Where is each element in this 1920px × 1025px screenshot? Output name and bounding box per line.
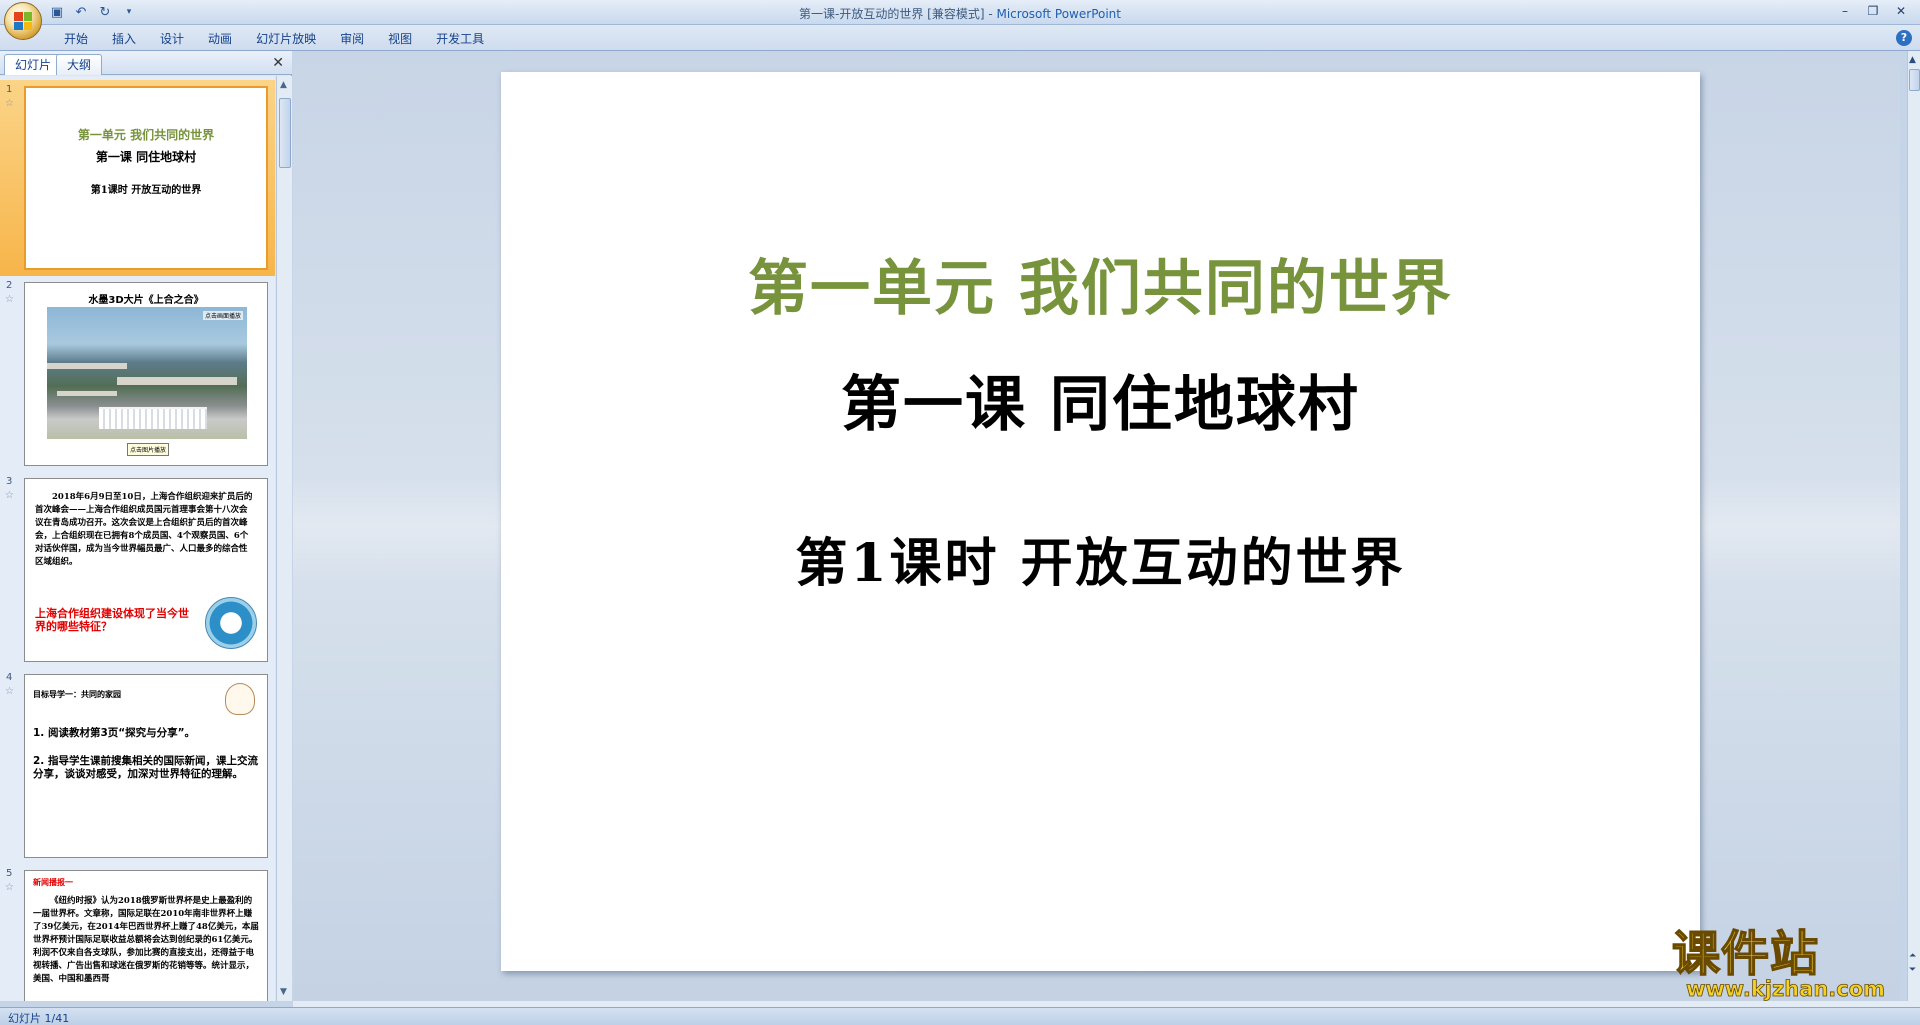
- current-slide[interactable]: 第一单元 我们共同的世界 第一课 同住地球村 第1课时 开放互动的世界: [501, 72, 1700, 971]
- slide-unit-title[interactable]: 第一单元 我们共同的世界: [501, 240, 1700, 327]
- slide-number: 4: [6, 672, 13, 683]
- thumb-heading: 目标导学一：共同的家园: [33, 690, 121, 699]
- editor-scrollbar[interactable]: ▲ ⏶ ⏷: [1907, 51, 1920, 1001]
- tab-insert[interactable]: 插入: [100, 29, 148, 49]
- window-controls: – ❐ ✕: [1832, 2, 1914, 20]
- tab-home[interactable]: 开始: [52, 29, 100, 49]
- watermark-logo: 课件站: [1671, 926, 1820, 982]
- slide-editor: 第一单元 我们共同的世界 第一课 同住地球村 第1课时 开放互动的世界: [293, 51, 1900, 1001]
- tab-outline[interactable]: 大纲: [56, 54, 103, 75]
- thumb-body-text: 2018年6月9日至10日，上海合作组织迎来扩员后的首次峰会——上海合作组织成员…: [35, 492, 253, 567]
- slide-number: 5: [6, 868, 13, 879]
- title-separator: -: [984, 7, 997, 21]
- restore-button[interactable]: ❐: [1860, 2, 1886, 20]
- thumb-item-2: 2. 指导学生课前搜集相关的国际新闻，课上交流分享，谈谈对感受，加深对世界特征的…: [33, 755, 258, 780]
- tab-review[interactable]: 审阅: [328, 29, 376, 49]
- thumbnail-slide-1[interactable]: 1 ☆ 第一单元 我们共同的世界 第一课 同住地球村 第1课时 开放互动的世界: [0, 80, 275, 276]
- thumb-title: 水墨3D大片《上合之合》: [88, 295, 204, 306]
- app-name: Microsoft PowerPoint: [996, 7, 1121, 21]
- tab-view[interactable]: 视图: [376, 29, 424, 49]
- transition-star-icon: ☆: [5, 686, 14, 697]
- office-logo-icon: [14, 12, 32, 30]
- thumb-question: 上海合作组织建设体现了当今世界的哪些特征？: [35, 607, 189, 633]
- thumbnail-preview: 新闻播报一 《纽约时报》认为2018俄罗斯世界杯是史上最盈利的一届世界杯。文章称…: [24, 870, 268, 1001]
- ribbon-tabs: 开始 插入 设计 动画 幻灯片放映 审阅 视图 开发工具: [52, 29, 496, 49]
- play-image-label: 点击图片播放: [127, 443, 170, 456]
- slide-number: 3: [6, 476, 13, 487]
- tab-slides[interactable]: 幻灯片: [4, 54, 63, 75]
- minimize-button[interactable]: –: [1832, 2, 1858, 20]
- cartoon-owl-icon: [225, 683, 255, 715]
- thumb-title-2: 第一课 同住地球村: [95, 150, 197, 164]
- office-button[interactable]: [4, 2, 42, 40]
- scroll-up-icon[interactable]: ▲: [280, 80, 287, 90]
- thumbnail-preview: 2018年6月9日至10日，上海合作组织迎来扩员后的首次峰会——上海合作组织成员…: [24, 478, 268, 662]
- tab-animations[interactable]: 动画: [196, 29, 244, 49]
- thumb-heading: 新闻播报一: [33, 878, 73, 887]
- thumbnail-slide-2[interactable]: 2 ☆ 水墨3D大片《上合之合》 点击画面播放 点击图片播放: [0, 276, 275, 472]
- thumbnail-slide-5[interactable]: 5 ☆ 新闻播报一 《纽约时报》认为2018俄罗斯世界杯是史上最盈利的一届世界杯…: [0, 864, 275, 1001]
- port-aerial-image: [47, 307, 247, 439]
- thumbnail-scrollbar[interactable]: ▲ ▼: [276, 76, 292, 1001]
- thumbnail-preview: 目标导学一：共同的家园 1. 阅读教材第3页“探究与分享”。 2. 指导学生课前…: [24, 674, 268, 858]
- thumbnail-list: 1 ☆ 第一单元 我们共同的世界 第一课 同住地球村 第1课时 开放互动的世界 …: [0, 76, 275, 1001]
- slide-lesson-title[interactable]: 第一课 同住地球村: [501, 356, 1700, 443]
- transition-star-icon: ☆: [5, 882, 14, 893]
- thumb-title-3: 第1课时 开放互动的世界: [90, 185, 202, 196]
- thumbnail-slide-4[interactable]: 4 ☆ 目标导学一：共同的家园 1. 阅读教材第3页“探究与分享”。 2. 指导…: [0, 668, 275, 864]
- close-button[interactable]: ✕: [1888, 2, 1914, 20]
- next-slide-icon[interactable]: ⏷: [1909, 965, 1916, 975]
- thumbnail-slide-3[interactable]: 3 ☆ 2018年6月9日至10日，上海合作组织迎来扩员后的首次峰会——上海合作…: [0, 472, 275, 668]
- play-hint-label: 点击画面播放: [202, 311, 243, 320]
- transition-star-icon: ☆: [5, 294, 14, 305]
- panel-tabs: 幻灯片 大纲 ✕: [0, 51, 292, 75]
- scroll-thumb[interactable]: [279, 98, 291, 168]
- transition-star-icon: ☆: [5, 490, 14, 501]
- ribbon: 开始 插入 设计 动画 幻灯片放映 审阅 视图 开发工具 ?: [0, 25, 1920, 51]
- thumb-title-1: 第一单元 我们共同的世界: [77, 128, 215, 142]
- slide-number: 2: [6, 280, 13, 291]
- help-icon[interactable]: ?: [1896, 30, 1912, 46]
- thumbnail-preview: 水墨3D大片《上合之合》 点击画面播放 点击图片播放: [24, 282, 268, 466]
- previous-slide-icon[interactable]: ⏶: [1909, 951, 1916, 961]
- slide-number: 1: [6, 84, 13, 95]
- scroll-up-icon[interactable]: ▲: [1909, 55, 1916, 65]
- window-title: 第一课-开放互动的世界 [兼容模式] - Microsoft PowerPoin…: [0, 5, 1920, 22]
- tab-design[interactable]: 设计: [148, 29, 196, 49]
- tab-developer[interactable]: 开发工具: [424, 29, 496, 49]
- thumb-item-1: 1. 阅读教材第3页“探究与分享”。: [33, 727, 196, 739]
- watermark-url: www.kjzhan.com: [1686, 977, 1886, 1001]
- watermark: 课件站 www.kjzhan.com: [1671, 926, 1902, 1001]
- slides-panel: 幻灯片 大纲 ✕ 1 ☆ 第一单元 我们共同的世界 第一课 同住地球村 第1课时…: [0, 51, 292, 1001]
- scroll-down-icon[interactable]: ▼: [280, 987, 287, 997]
- slide-period-title[interactable]: 第1课时 开放互动的世界: [501, 521, 1700, 596]
- tab-slideshow[interactable]: 幻灯片放映: [244, 29, 328, 49]
- sco-logo-icon: [205, 597, 257, 649]
- panel-close-icon[interactable]: ✕: [272, 55, 284, 71]
- document-title: 第一课-开放互动的世界 [兼容模式]: [799, 7, 985, 21]
- thumb-body-text: 《纽约时报》认为2018俄罗斯世界杯是史上最盈利的一届世界杯。文章称，国际足联在…: [33, 896, 259, 984]
- title-bar: ▣ ↶ ↻ ▾ 第一课-开放互动的世界 [兼容模式] - Microsoft P…: [0, 0, 1920, 40]
- transition-star-icon: ☆: [5, 98, 14, 109]
- thumbnail-preview: 第一单元 我们共同的世界 第一课 同住地球村 第1课时 开放互动的世界: [24, 86, 268, 270]
- status-bar: 幻灯片 1/41: [0, 1007, 1920, 1025]
- scroll-thumb[interactable]: [1909, 69, 1920, 91]
- slide-indicator: 幻灯片 1/41: [8, 1012, 70, 1025]
